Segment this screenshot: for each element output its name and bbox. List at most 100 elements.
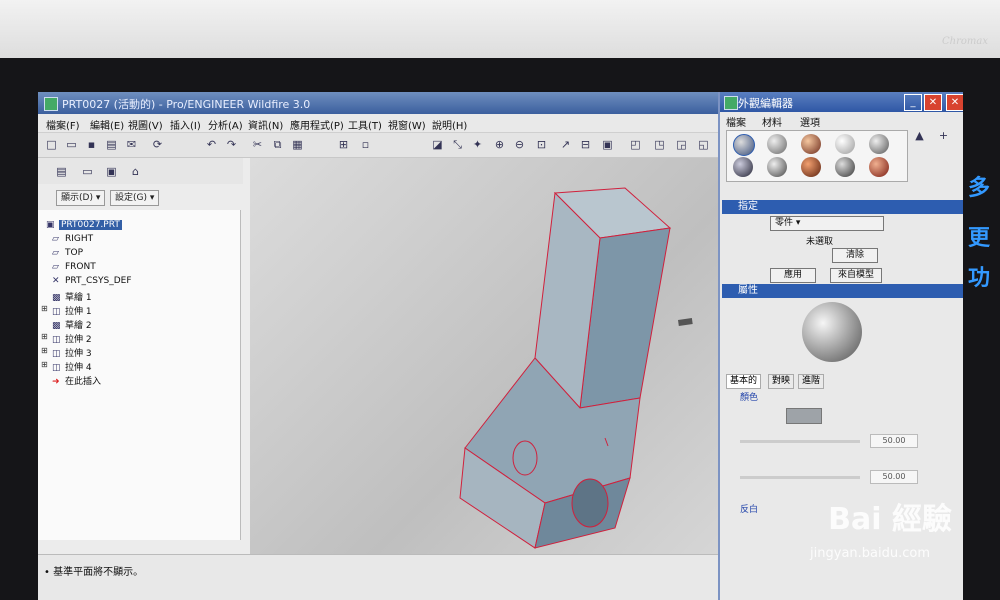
swatch[interactable] [767, 157, 787, 177]
zoom-in-icon[interactable]: ⊕ [492, 137, 507, 152]
menu-edit[interactable]: 編輯(E) [90, 117, 124, 132]
relations-icon[interactable]: ⊞ [336, 137, 351, 152]
outer-close-icon[interactable]: ✕ [946, 94, 963, 111]
swatch[interactable] [835, 157, 855, 177]
add-appearance-icon[interactable]: + [936, 128, 951, 143]
copy-icon[interactable]: ⧉ [270, 137, 285, 152]
display-style-icon[interactable]: ◰ [628, 137, 643, 152]
favorites-tab-icon[interactable]: ▣ [104, 164, 119, 179]
orient-icon[interactable]: ⤡ [450, 137, 465, 152]
tree-item-extrude-1[interactable]: ◫ 拉伸 1 [52, 304, 92, 317]
swatch[interactable] [801, 134, 821, 154]
zoom-out-icon[interactable]: ⊖ [512, 137, 527, 152]
part-model[interactable] [250, 158, 720, 554]
expand-icon[interactable]: ⊞ [41, 304, 48, 313]
tree-item-sketch-2[interactable]: ▩ 草繪 2 [52, 318, 92, 331]
tab-map[interactable]: 對映 [768, 374, 795, 389]
hidden-line-icon[interactable]: ◲ [674, 137, 689, 152]
tree-item-front[interactable]: ▱ FRONT [52, 262, 96, 272]
model-tree-tab-icon[interactable]: ▤ [54, 164, 69, 179]
email-icon[interactable]: ✉ [124, 137, 139, 152]
close-icon[interactable]: ✕ [924, 94, 942, 111]
swatch[interactable] [733, 157, 753, 177]
menu-applications[interactable]: 應用程式(P) [290, 117, 344, 132]
extrude-icon: ◫ [52, 307, 61, 317]
open-folder-icon[interactable]: ▭ [64, 137, 79, 152]
tree-item-extrude-4[interactable]: ◫ 拉伸 4 [52, 360, 92, 373]
settings-dropdown[interactable]: 設定(G) ▾ [110, 190, 160, 206]
menubar: 檔案(F) 編輯(E) 視圖(V) 插入(I) 分析(A) 資訊(N) 應用程式… [38, 114, 718, 133]
ambient-field[interactable]: 50.00 [870, 470, 918, 484]
layers-icon[interactable]: ▣ [600, 137, 615, 152]
undo-icon[interactable]: ↶ [204, 137, 219, 152]
ambient-slider[interactable] [740, 476, 860, 479]
tree-item-root[interactable]: ▣ PRT0027.PRT [46, 220, 122, 230]
tree-item-extrude-3[interactable]: ◫ 拉伸 3 [52, 346, 92, 359]
ap-menu-material[interactable]: 材料 [762, 114, 782, 129]
menu-window[interactable]: 視窗(W) [388, 117, 426, 132]
spin-center-icon[interactable]: ✦ [470, 137, 485, 152]
find-icon[interactable]: ▫ [358, 137, 373, 152]
expand-icon[interactable]: ⊞ [41, 360, 48, 369]
folder-browser-tab-icon[interactable]: ▭ [80, 164, 95, 179]
csys-icon: ✕ [52, 276, 60, 286]
expand-icon[interactable]: ⊞ [41, 332, 48, 341]
minimize-icon[interactable]: _ [904, 94, 922, 111]
intensity-field[interactable]: 50.00 [870, 434, 918, 448]
saved-views-icon[interactable]: ⊟ [578, 137, 593, 152]
swatch[interactable] [767, 134, 787, 154]
tab-advanced[interactable]: 進階 [798, 374, 825, 389]
tab-basic[interactable]: 基本的 [726, 374, 762, 389]
shading-icon[interactable]: ◱ [696, 137, 711, 152]
swatch[interactable] [869, 134, 889, 154]
ap-menu-file[interactable]: 檔案 [726, 114, 746, 129]
menu-insert[interactable]: 插入(I) [170, 117, 201, 132]
appearance-palette [726, 130, 908, 182]
assign-type-dropdown[interactable]: 零件 ▾ [770, 216, 884, 231]
swatch[interactable] [835, 134, 855, 154]
swatch[interactable] [733, 134, 755, 156]
properties-section-header[interactable]: 屬性 [722, 284, 963, 298]
print-icon[interactable]: ▤ [104, 137, 119, 152]
ap-menu-options[interactable]: 選項 [800, 114, 820, 129]
menu-analysis[interactable]: 分析(A) [208, 117, 243, 132]
from-model-button[interactable]: 來自模型 [830, 268, 882, 283]
refit-icon[interactable]: ⊡ [534, 137, 549, 152]
menu-help[interactable]: 說明(H) [432, 117, 467, 132]
tree-item-insert-here[interactable]: ➜ 在此插入 [52, 374, 101, 387]
graphics-viewport[interactable] [250, 158, 720, 554]
paste-icon[interactable]: ▦ [290, 137, 305, 152]
redo-icon[interactable]: ↷ [224, 137, 239, 152]
menu-file[interactable]: 檔案(F) [46, 117, 80, 132]
apply-button[interactable]: 應用 [770, 268, 816, 283]
tree-item-right[interactable]: ▱ RIGHT [52, 234, 93, 244]
expand-icon[interactable]: ⊞ [41, 346, 48, 355]
appearance-editor-title: 外觀編輯器 [738, 97, 793, 110]
reorient-icon[interactable]: ↗ [558, 137, 573, 152]
connections-tab-icon[interactable]: ⌂ [128, 164, 143, 179]
desktop-wallpaper-glyph: 功 [968, 266, 991, 291]
wireframe-icon[interactable]: ◳ [652, 137, 667, 152]
tree-item-csys[interactable]: ✕ PRT_CSYS_DEF [52, 276, 132, 286]
intensity-slider[interactable] [740, 440, 860, 443]
new-file-icon[interactable]: □ [44, 137, 59, 152]
cut-icon[interactable]: ✂ [250, 137, 265, 152]
assign-section-header[interactable]: 指定 [722, 200, 963, 214]
tree-item-extrude-2[interactable]: ◫ 拉伸 2 [52, 332, 92, 345]
menu-view[interactable]: 視圖(V) [128, 117, 163, 132]
tree-item-top[interactable]: ▱ TOP [52, 248, 83, 258]
color-swatch-button[interactable] [786, 408, 822, 424]
menu-tools[interactable]: 工具(T) [348, 117, 382, 132]
clear-button[interactable]: 清除 [832, 248, 878, 263]
tree-item-sketch-1[interactable]: ▩ 草繪 1 [52, 290, 92, 303]
swatch[interactable] [801, 157, 821, 177]
regenerate-icon[interactable]: ⟳ [150, 137, 165, 152]
swatch[interactable] [869, 157, 889, 177]
save-icon[interactable]: ▪ [84, 137, 99, 152]
scroll-up-icon[interactable]: ▲ [912, 128, 927, 143]
menu-info[interactable]: 資訊(N) [248, 117, 283, 132]
sketch-tool-icon[interactable]: ◪ [430, 137, 445, 152]
baidu-watermark-url: jingyan.baidu.com [810, 546, 930, 561]
show-dropdown[interactable]: 顯示(D) ▾ [56, 190, 106, 206]
main-toolbar: □ ▭ ▪ ▤ ✉ ⟳ ↶ ↷ ✂ ⧉ ▦ ⊞ ▫ ◪ ⤡ ✦ ⊕ ⊖ ⊡ ↗ … [38, 133, 718, 158]
